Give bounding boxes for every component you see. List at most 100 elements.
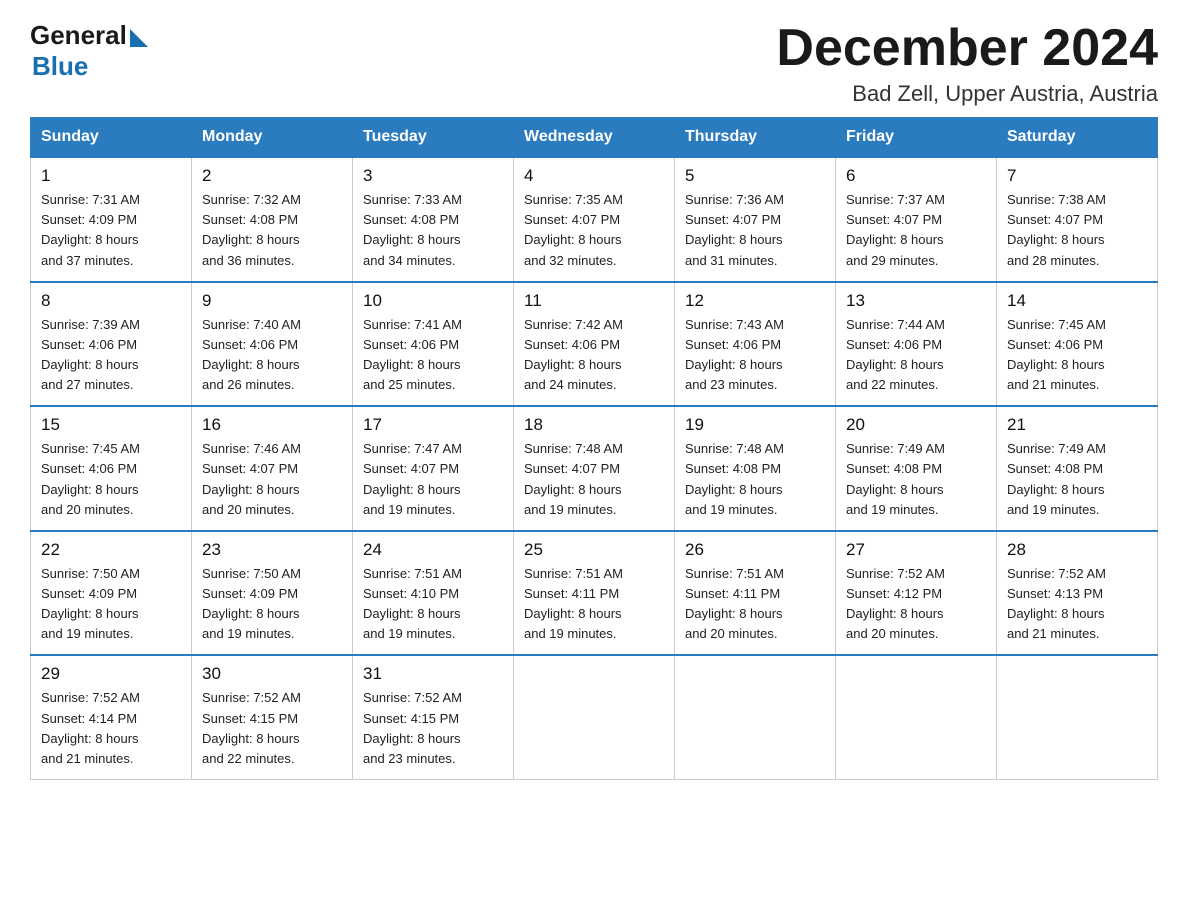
logo: General Blue	[30, 20, 148, 82]
table-row: 29 Sunrise: 7:52 AM Sunset: 4:14 PM Dayl…	[31, 655, 192, 779]
calendar-week-row: 1 Sunrise: 7:31 AM Sunset: 4:09 PM Dayli…	[31, 157, 1158, 282]
logo-blue-text: Blue	[32, 51, 148, 82]
table-row	[675, 655, 836, 779]
day-info: Sunrise: 7:44 AM Sunset: 4:06 PM Dayligh…	[846, 315, 986, 396]
day-number: 22	[41, 540, 181, 560]
day-info: Sunrise: 7:45 AM Sunset: 4:06 PM Dayligh…	[1007, 315, 1147, 396]
logo-general-text: General	[30, 20, 127, 51]
day-info: Sunrise: 7:51 AM Sunset: 4:10 PM Dayligh…	[363, 564, 503, 645]
day-number: 10	[363, 291, 503, 311]
table-row: 4 Sunrise: 7:35 AM Sunset: 4:07 PM Dayli…	[514, 157, 675, 282]
day-number: 2	[202, 166, 342, 186]
calendar-header-row: Sunday Monday Tuesday Wednesday Thursday…	[31, 118, 1158, 158]
day-info: Sunrise: 7:52 AM Sunset: 4:14 PM Dayligh…	[41, 688, 181, 769]
day-number: 25	[524, 540, 664, 560]
day-number: 7	[1007, 166, 1147, 186]
table-row: 30 Sunrise: 7:52 AM Sunset: 4:15 PM Dayl…	[192, 655, 353, 779]
table-row: 7 Sunrise: 7:38 AM Sunset: 4:07 PM Dayli…	[997, 157, 1158, 282]
table-row: 2 Sunrise: 7:32 AM Sunset: 4:08 PM Dayli…	[192, 157, 353, 282]
table-row: 24 Sunrise: 7:51 AM Sunset: 4:10 PM Dayl…	[353, 531, 514, 656]
day-info: Sunrise: 7:47 AM Sunset: 4:07 PM Dayligh…	[363, 439, 503, 520]
table-row: 16 Sunrise: 7:46 AM Sunset: 4:07 PM Dayl…	[192, 406, 353, 531]
day-number: 13	[846, 291, 986, 311]
day-number: 29	[41, 664, 181, 684]
day-number: 26	[685, 540, 825, 560]
day-number: 30	[202, 664, 342, 684]
day-number: 6	[846, 166, 986, 186]
day-info: Sunrise: 7:52 AM Sunset: 4:13 PM Dayligh…	[1007, 564, 1147, 645]
table-row: 6 Sunrise: 7:37 AM Sunset: 4:07 PM Dayli…	[836, 157, 997, 282]
col-saturday: Saturday	[997, 118, 1158, 158]
table-row: 23 Sunrise: 7:50 AM Sunset: 4:09 PM Dayl…	[192, 531, 353, 656]
col-friday: Friday	[836, 118, 997, 158]
day-info: Sunrise: 7:43 AM Sunset: 4:06 PM Dayligh…	[685, 315, 825, 396]
day-info: Sunrise: 7:50 AM Sunset: 4:09 PM Dayligh…	[41, 564, 181, 645]
day-number: 3	[363, 166, 503, 186]
table-row	[836, 655, 997, 779]
day-info: Sunrise: 7:35 AM Sunset: 4:07 PM Dayligh…	[524, 190, 664, 271]
day-number: 9	[202, 291, 342, 311]
day-number: 20	[846, 415, 986, 435]
day-info: Sunrise: 7:51 AM Sunset: 4:11 PM Dayligh…	[524, 564, 664, 645]
table-row: 31 Sunrise: 7:52 AM Sunset: 4:15 PM Dayl…	[353, 655, 514, 779]
table-row: 5 Sunrise: 7:36 AM Sunset: 4:07 PM Dayli…	[675, 157, 836, 282]
table-row: 11 Sunrise: 7:42 AM Sunset: 4:06 PM Dayl…	[514, 282, 675, 407]
table-row: 27 Sunrise: 7:52 AM Sunset: 4:12 PM Dayl…	[836, 531, 997, 656]
day-number: 4	[524, 166, 664, 186]
table-row: 14 Sunrise: 7:45 AM Sunset: 4:06 PM Dayl…	[997, 282, 1158, 407]
day-info: Sunrise: 7:49 AM Sunset: 4:08 PM Dayligh…	[846, 439, 986, 520]
table-row: 26 Sunrise: 7:51 AM Sunset: 4:11 PM Dayl…	[675, 531, 836, 656]
day-info: Sunrise: 7:48 AM Sunset: 4:08 PM Dayligh…	[685, 439, 825, 520]
col-monday: Monday	[192, 118, 353, 158]
day-number: 27	[846, 540, 986, 560]
page-header: General Blue December 2024 Bad Zell, Upp…	[30, 20, 1158, 107]
day-info: Sunrise: 7:36 AM Sunset: 4:07 PM Dayligh…	[685, 190, 825, 271]
col-wednesday: Wednesday	[514, 118, 675, 158]
calendar-week-row: 22 Sunrise: 7:50 AM Sunset: 4:09 PM Dayl…	[31, 531, 1158, 656]
day-info: Sunrise: 7:46 AM Sunset: 4:07 PM Dayligh…	[202, 439, 342, 520]
table-row: 19 Sunrise: 7:48 AM Sunset: 4:08 PM Dayl…	[675, 406, 836, 531]
day-info: Sunrise: 7:45 AM Sunset: 4:06 PM Dayligh…	[41, 439, 181, 520]
table-row	[514, 655, 675, 779]
table-row: 18 Sunrise: 7:48 AM Sunset: 4:07 PM Dayl…	[514, 406, 675, 531]
col-sunday: Sunday	[31, 118, 192, 158]
day-number: 11	[524, 291, 664, 311]
col-thursday: Thursday	[675, 118, 836, 158]
day-info: Sunrise: 7:38 AM Sunset: 4:07 PM Dayligh…	[1007, 190, 1147, 271]
day-number: 23	[202, 540, 342, 560]
table-row: 17 Sunrise: 7:47 AM Sunset: 4:07 PM Dayl…	[353, 406, 514, 531]
day-number: 14	[1007, 291, 1147, 311]
calendar-week-row: 29 Sunrise: 7:52 AM Sunset: 4:14 PM Dayl…	[31, 655, 1158, 779]
logo-triangle-icon	[130, 29, 148, 47]
table-row	[997, 655, 1158, 779]
day-info: Sunrise: 7:52 AM Sunset: 4:15 PM Dayligh…	[363, 688, 503, 769]
calendar-table: Sunday Monday Tuesday Wednesday Thursday…	[30, 117, 1158, 780]
day-number: 17	[363, 415, 503, 435]
table-row: 20 Sunrise: 7:49 AM Sunset: 4:08 PM Dayl…	[836, 406, 997, 531]
day-number: 18	[524, 415, 664, 435]
day-info: Sunrise: 7:42 AM Sunset: 4:06 PM Dayligh…	[524, 315, 664, 396]
table-row: 9 Sunrise: 7:40 AM Sunset: 4:06 PM Dayli…	[192, 282, 353, 407]
day-info: Sunrise: 7:49 AM Sunset: 4:08 PM Dayligh…	[1007, 439, 1147, 520]
day-number: 5	[685, 166, 825, 186]
table-row: 12 Sunrise: 7:43 AM Sunset: 4:06 PM Dayl…	[675, 282, 836, 407]
day-info: Sunrise: 7:48 AM Sunset: 4:07 PM Dayligh…	[524, 439, 664, 520]
day-number: 24	[363, 540, 503, 560]
day-number: 15	[41, 415, 181, 435]
location-subtitle: Bad Zell, Upper Austria, Austria	[776, 81, 1158, 107]
day-info: Sunrise: 7:32 AM Sunset: 4:08 PM Dayligh…	[202, 190, 342, 271]
table-row: 28 Sunrise: 7:52 AM Sunset: 4:13 PM Dayl…	[997, 531, 1158, 656]
day-number: 12	[685, 291, 825, 311]
table-row: 3 Sunrise: 7:33 AM Sunset: 4:08 PM Dayli…	[353, 157, 514, 282]
table-row: 13 Sunrise: 7:44 AM Sunset: 4:06 PM Dayl…	[836, 282, 997, 407]
table-row: 25 Sunrise: 7:51 AM Sunset: 4:11 PM Dayl…	[514, 531, 675, 656]
day-info: Sunrise: 7:52 AM Sunset: 4:12 PM Dayligh…	[846, 564, 986, 645]
table-row: 15 Sunrise: 7:45 AM Sunset: 4:06 PM Dayl…	[31, 406, 192, 531]
table-row: 10 Sunrise: 7:41 AM Sunset: 4:06 PM Dayl…	[353, 282, 514, 407]
day-info: Sunrise: 7:40 AM Sunset: 4:06 PM Dayligh…	[202, 315, 342, 396]
day-number: 1	[41, 166, 181, 186]
day-number: 16	[202, 415, 342, 435]
day-info: Sunrise: 7:51 AM Sunset: 4:11 PM Dayligh…	[685, 564, 825, 645]
calendar-week-row: 15 Sunrise: 7:45 AM Sunset: 4:06 PM Dayl…	[31, 406, 1158, 531]
day-number: 8	[41, 291, 181, 311]
